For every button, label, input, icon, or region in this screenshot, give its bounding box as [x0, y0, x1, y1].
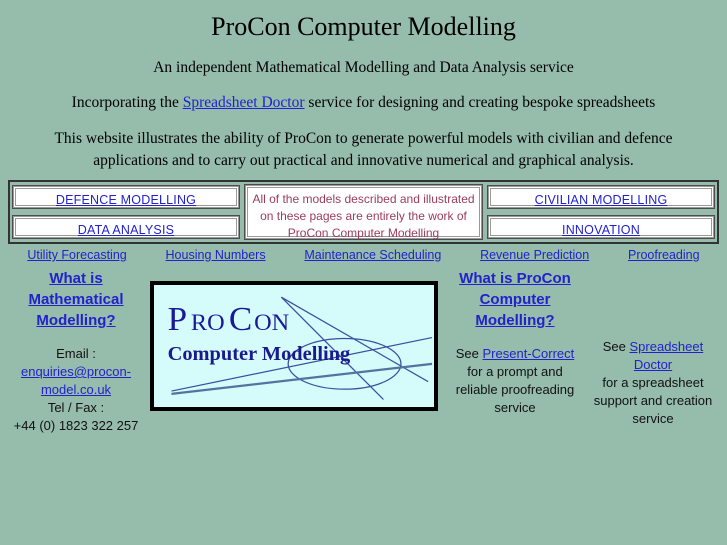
what-is-procon-link[interactable]: What is ProCon Computer Modelling? [459, 270, 571, 329]
main-nav-table: DEFENCE MODELLING All of the models desc… [8, 180, 719, 244]
logo-word-pro-ro: RO [191, 310, 225, 336]
mm-head-line1: What is [49, 270, 103, 287]
email-line2: model.co.uk [40, 382, 112, 397]
logo-word-pro-p: P [168, 301, 187, 338]
notice-line-2: on these pages are entirely the work of [260, 209, 467, 223]
pc-head-line1: What is ProCon [459, 270, 571, 287]
intro-blurb: This website illustrates the ability of … [54, 130, 673, 169]
innovation-button[interactable]: INNOVATION [487, 215, 715, 239]
procon-logo-artwork: P RO C ON Computer Modelling [168, 296, 433, 400]
nav-cell-defence: DEFENCE MODELLING [10, 182, 242, 212]
mm-head-line2: Mathematical [28, 291, 124, 308]
nav-cell-civilian: CIVILIAN MODELLING [485, 182, 717, 212]
main-nav-table-wrapper: DEFENCE MODELLING All of the models desc… [8, 180, 719, 244]
pc-head-line2: Computer [479, 291, 551, 308]
sd-body-line3: service [632, 411, 674, 426]
what-is-procon-heading: What is ProCon Computer Modelling? [452, 268, 578, 331]
notice-line-1: All of the models described and illustra… [252, 192, 475, 206]
email-link[interactable]: enquiries@procon-model.co.uk [21, 364, 131, 397]
pc-head-line3: Modelling? [475, 312, 555, 329]
nav-cell-innovation: INNOVATION [485, 212, 717, 242]
logo-word-con-c: C [229, 301, 252, 338]
innovation-link[interactable]: INNOVATION [562, 223, 640, 237]
page-root: ProCon Computer Modelling An independent… [0, 0, 727, 545]
logo-word-con-on: ON [254, 310, 289, 336]
sublink-utility-forecasting[interactable]: Utility Forecasting [27, 248, 126, 262]
defence-modelling-button[interactable]: DEFENCE MODELLING [12, 185, 240, 209]
pc-body-line3: service [494, 400, 536, 415]
notice-line-3: ProCon Computer Modelling [287, 226, 440, 240]
contact-block: Email : enquiries@procon-model.co.uk Tel… [6, 345, 146, 435]
column-middle: What is ProCon Computer Modelling? See Pre… [452, 268, 578, 417]
column-left: What is Mathematical Modelling? Email : en… [6, 268, 146, 435]
data-analysis-button[interactable]: DATA ANALYSIS [12, 215, 240, 239]
sublink-revenue-prediction[interactable]: Revenue Prediction [480, 248, 589, 262]
nav-cell-notice: All of the models described and illustra… [242, 182, 485, 242]
email-label: Email : [56, 346, 96, 361]
civilian-modelling-link[interactable]: CIVILIAN MODELLING [535, 193, 668, 207]
sublink-proofreading[interactable]: Proofreading [628, 248, 700, 262]
nav-cell-data-analysis: DATA ANALYSIS [10, 212, 242, 242]
spreadsheet-doctor-link[interactable]: Spreadsheet Doctor [630, 339, 704, 372]
logo-line-4 [171, 362, 433, 395]
notice-box: All of the models described and illustra… [244, 184, 483, 240]
pc-body-line2: reliable proofreading [455, 382, 575, 397]
sd-link-line2: Doctor [633, 357, 673, 372]
spreadsheet-doctor-link-header[interactable]: Spreadsheet Doctor [183, 94, 305, 111]
logo-subtitle: Computer Modelling [168, 343, 351, 365]
sub-nav-links: Utility Forecasting Housing Numbers Main… [8, 248, 719, 262]
defence-modelling-link[interactable]: DEFENCE MODELLING [56, 193, 196, 207]
sd-body-line2: support and creation [593, 393, 713, 408]
column-right: See Spreadsheet Doctor for a spreadsheet … [586, 338, 720, 428]
see-prefix-right: See [602, 339, 630, 354]
logo-line-1 [281, 296, 429, 383]
present-correct-link[interactable]: Present-Correct [483, 346, 575, 361]
sublink-housing-numbers[interactable]: Housing Numbers [166, 248, 266, 262]
mm-head-line3: Modelling? [36, 312, 116, 329]
incorporating-line: Incorporating the Spreadsheet Doctor ser… [0, 78, 727, 113]
tel-label: Tel / Fax : [47, 400, 105, 415]
email-line1: enquiries@procon- [20, 364, 132, 379]
civilian-modelling-button[interactable]: CIVILIAN MODELLING [487, 185, 715, 209]
procon-logo: P RO C ON Computer Modelling [150, 281, 438, 411]
tel-value: +44 (0) 1823 322 257 [13, 418, 139, 433]
what-is-mathematical-modelling-link[interactable]: What is Mathematical Modelling? [28, 270, 123, 329]
tagline: An independent Mathematical Modelling an… [153, 59, 574, 76]
sd-link-line1: Spreadsheet [629, 339, 704, 354]
sublink-maintenance-scheduling[interactable]: Maintenance Scheduling [304, 248, 441, 262]
what-is-mathematical-modelling-heading: What is Mathematical Modelling? [6, 268, 146, 331]
incorporating-prefix: Incorporating the [71, 94, 183, 111]
sd-body-line1: for a spreadsheet [602, 375, 704, 390]
spreadsheet-doctor-block: See Spreadsheet Doctor for a spreadsheet … [586, 338, 720, 428]
incorporating-suffix: service for designing and creating bespo… [304, 94, 656, 111]
data-analysis-link[interactable]: DATA ANALYSIS [78, 223, 174, 237]
pc-body-line1: for a prompt and [467, 364, 563, 379]
see-prefix-middle: See [455, 346, 483, 361]
page-title: ProCon Computer Modelling [211, 12, 516, 41]
present-correct-block: See Present-Correct for a prompt and rel… [452, 345, 578, 417]
